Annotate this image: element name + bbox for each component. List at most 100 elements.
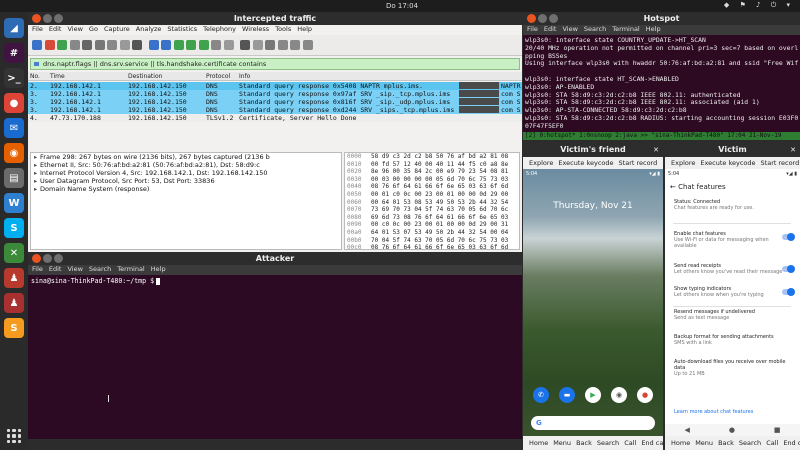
key-search[interactable]: Search (597, 439, 619, 447)
detail-row[interactable]: ▸ Frame 298: 267 bytes on wire (2136 bits… (31, 153, 341, 161)
table-row[interactable]: 3. 192.168.142.1 192.168.142.150 DNS Standar… (28, 106, 522, 114)
key-menu[interactable]: Menu (695, 439, 713, 447)
go-to-packet-icon[interactable] (173, 40, 184, 50)
save-file-icon[interactable] (94, 40, 105, 50)
menu-terminal[interactable]: Terminal (117, 265, 144, 273)
menu-terminal[interactable]: Terminal (612, 25, 639, 33)
col-protocol[interactable]: Protocol (206, 73, 230, 80)
table-row[interactable]: 2. 192.168.142.1 192.168.142.150 DNS Standar… (28, 82, 522, 90)
shell-prompt[interactable]: sina@sina-ThinkPad-T480:~/tmp $ (31, 277, 161, 285)
options-icon[interactable] (69, 40, 80, 50)
hex-row[interactable]: 0000 58 d9 c3 2d c2 b8 50 76 af bd a2 81 … (345, 153, 519, 161)
menu-edit[interactable]: Edit (544, 25, 557, 33)
table-row[interactable]: 4. 47.73.170.188 192.168.142.150 TLSv1.2 Cer… (28, 114, 522, 122)
thunderbird-icon[interactable]: ✉ (4, 118, 24, 138)
hex-row[interactable]: 00a0 64 01 53 07 53 49 50 2b 44 32 54 00 … (345, 229, 519, 237)
hex-row[interactable]: 0030 00 03 00 00 00 00 05 6d 70 6c 75 73 … (345, 176, 519, 184)
resize-columns-icon[interactable] (277, 40, 288, 50)
key-call[interactable]: Call (766, 439, 778, 447)
start-capture-icon[interactable] (32, 40, 42, 50)
sublime-icon[interactable]: S (4, 318, 24, 338)
friend-phone-screen[interactable]: 5:04 ▾◢ ▮ Thursday, Nov 21 ✆ ▬ ▶ ◉ ● G (523, 169, 663, 436)
home-icon[interactable]: ● (729, 426, 735, 434)
back-icon[interactable]: ◀ (684, 426, 689, 434)
menu-edit[interactable]: Edit (49, 25, 62, 33)
hotspot-terminal-output[interactable]: wlp3s0: interface state COUNTRY_UPDATE->… (523, 36, 800, 140)
key-back[interactable]: Back (718, 439, 734, 447)
menu-telephony[interactable]: Telephony (203, 25, 236, 33)
reload-icon[interactable] (119, 40, 130, 50)
hex-row[interactable]: 0080 69 6d 73 08 76 6f 64 61 66 6f 6e 65 … (345, 214, 519, 222)
minimize-window-icon[interactable] (43, 254, 52, 263)
table-row[interactable]: 3. 192.168.142.1 192.168.142.150 DNS Standar… (28, 98, 522, 106)
menu-help[interactable]: Help (151, 265, 166, 273)
tool-execute-keycode[interactable]: Execute keycode (558, 159, 613, 167)
col-no[interactable]: No. (30, 73, 40, 80)
chrome-icon[interactable]: ● (637, 387, 653, 403)
menu-wireless[interactable]: Wireless (242, 25, 269, 33)
menu-search[interactable]: Search (89, 265, 111, 273)
tool-start-record[interactable]: Start record (619, 159, 658, 167)
go-back-icon[interactable] (148, 40, 159, 50)
detail-row[interactable]: ▸ Ethernet II, Src: 50:76:af:bd:a2:81 (50… (31, 161, 341, 169)
close-icon[interactable]: ✕ (653, 143, 659, 158)
close-window-icon[interactable] (32, 254, 41, 263)
menu-view[interactable]: View (562, 25, 577, 33)
detail-row[interactable]: ▸ Internet Protocol Version 4, Src: 192.1… (31, 169, 341, 177)
clock[interactable]: Do 17:04 (386, 2, 418, 10)
key-home[interactable]: Home (529, 439, 548, 447)
menu-file[interactable]: File (32, 25, 43, 33)
key-call[interactable]: Call (624, 439, 636, 447)
wireshark-icon[interactable]: ◢ (4, 18, 24, 38)
play-store-icon[interactable]: ▶ (585, 387, 601, 403)
firefox-icon[interactable]: ◉ (4, 143, 24, 163)
menu-go[interactable]: Go (89, 25, 98, 33)
settings-header[interactable]: ← Chat features (670, 183, 726, 191)
menu-view[interactable]: View (67, 25, 82, 33)
settings-item[interactable]: Auto-download files you receive over mob… (674, 359, 786, 377)
settings-item[interactable]: Status: Connected Chat features are ready… (674, 199, 786, 211)
settings-item[interactable]: Send read receipts Let others know you've… (674, 263, 786, 275)
phone-icon[interactable]: ✆ (533, 387, 549, 403)
find-icon[interactable] (132, 40, 142, 50)
key-end-call[interactable]: End call (783, 439, 800, 447)
open-file-icon[interactable] (82, 40, 92, 50)
table-row[interactable]: 3. 192.168.142.1 192.168.142.150 DNS Standar… (28, 90, 522, 98)
tool-explore[interactable]: Explore (529, 159, 553, 167)
hex-row[interactable]: 0060 00 64 01 53 08 53 49 50 53 2b 44 32 … (345, 199, 519, 207)
col-destination[interactable]: Destination (128, 73, 162, 80)
settings-item[interactable]: Backup format for sending attachments SMS… (674, 334, 786, 346)
camera-icon[interactable]: ◉ (611, 387, 627, 403)
menu-file[interactable]: File (32, 265, 43, 273)
show-applications-icon[interactable] (7, 429, 21, 443)
autoscroll-icon[interactable] (211, 40, 221, 50)
system-tray[interactable]: ◆ ⚑ ♪ ⏻ ▾ (724, 1, 794, 10)
detail-row[interactable]: ▸ User Datagram Protocol, Src Port: 53, D… (31, 177, 341, 185)
hex-row[interactable]: 00b0 70 04 5f 74 63 70 05 6d 70 6c 75 73 … (345, 237, 519, 245)
menu-view[interactable]: View (67, 265, 82, 273)
toggle-switch[interactable] (782, 265, 795, 273)
tool-start-record[interactable]: Start record (761, 159, 800, 167)
settings-item[interactable]: Enable chat features Use Wi-Fi or data fo… (674, 231, 786, 249)
slack-icon[interactable]: # (4, 43, 24, 63)
learn-more-link[interactable]: Learn more about chat features (674, 409, 753, 415)
tool-execute-keycode[interactable]: Execute keycode (700, 159, 755, 167)
minimize-window-icon[interactable] (43, 14, 52, 23)
hex-row[interactable]: 0090 00 c0 0c 00 23 00 01 00 00 0d 29 00 … (345, 221, 519, 229)
display-filter-input[interactable]: dns.naptr.flags || dns.srv.service || tl… (30, 58, 520, 70)
close-file-icon[interactable] (107, 40, 117, 50)
key-search[interactable]: Search (739, 439, 761, 447)
maximize-window-icon[interactable] (54, 14, 63, 23)
restart-capture-icon[interactable] (57, 40, 67, 50)
key-home[interactable]: Home (671, 439, 690, 447)
key-end-call[interactable]: End call (641, 439, 663, 447)
menu-capture[interactable]: Capture (104, 25, 130, 33)
hex-row[interactable]: 0040 08 76 6f 64 61 66 6f 6e 65 03 63 6f … (345, 183, 519, 191)
key-back[interactable]: Back (576, 439, 592, 447)
normal-size-icon[interactable] (265, 40, 275, 50)
hex-row[interactable]: 0050 00 01 c0 0c 00 23 00 01 00 00 0d 29 … (345, 191, 519, 199)
files-icon[interactable]: ▤ (4, 168, 24, 188)
chrome-icon[interactable]: ● (4, 93, 24, 113)
menu-help[interactable]: Help (646, 25, 661, 33)
messages-icon[interactable]: ▬ (559, 387, 575, 403)
